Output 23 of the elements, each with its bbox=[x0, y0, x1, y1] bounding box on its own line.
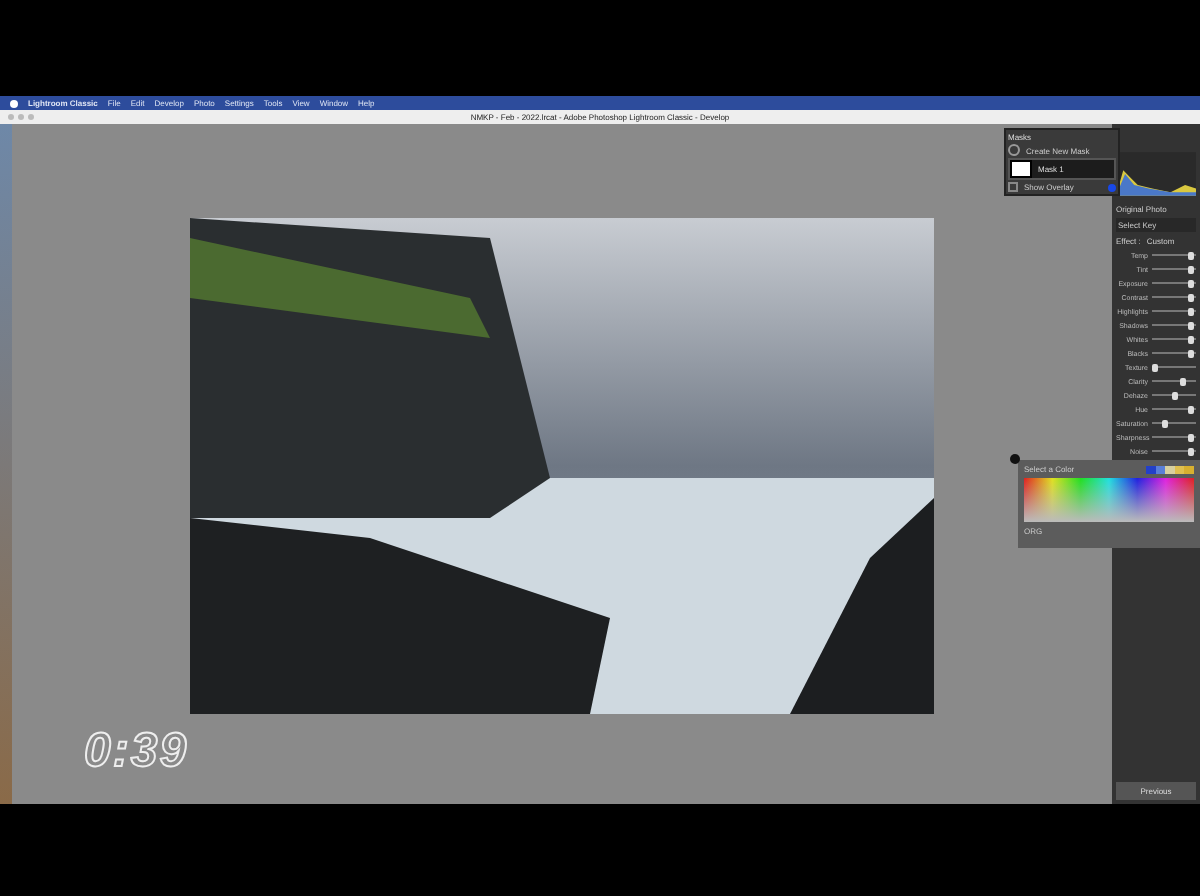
slider-thumb[interactable] bbox=[1188, 279, 1195, 287]
overlay-checkbox[interactable] bbox=[1008, 182, 1018, 192]
slider-thumb[interactable] bbox=[1162, 419, 1169, 427]
slider-thumb[interactable] bbox=[1188, 293, 1195, 301]
pin-icon[interactable] bbox=[1010, 454, 1020, 464]
color-swatches-icon[interactable] bbox=[1146, 465, 1194, 473]
slider-thumb[interactable] bbox=[1188, 349, 1195, 357]
apple-icon[interactable] bbox=[10, 99, 18, 107]
slider-thumb[interactable] bbox=[1188, 265, 1195, 273]
slider-thumb[interactable] bbox=[1179, 377, 1186, 385]
slider-thumb[interactable] bbox=[1188, 307, 1195, 315]
slider-thumb[interactable] bbox=[1188, 321, 1195, 329]
add-mask-icon[interactable] bbox=[1008, 144, 1020, 156]
slider-thumb[interactable] bbox=[1171, 391, 1177, 399]
color-spectrum[interactable] bbox=[1024, 478, 1194, 522]
slider-thumb[interactable] bbox=[1188, 447, 1195, 455]
slider-thumb[interactable] bbox=[1188, 335, 1195, 343]
slider-thumb[interactable] bbox=[1188, 251, 1195, 259]
slider-thumb[interactable] bbox=[1188, 433, 1195, 441]
slider-thumb[interactable] bbox=[1188, 405, 1195, 413]
slider-thumb[interactable] bbox=[1151, 363, 1158, 371]
overlay-color-swatch[interactable] bbox=[1108, 183, 1116, 191]
timer-overlay: 0:39 bbox=[84, 724, 189, 780]
